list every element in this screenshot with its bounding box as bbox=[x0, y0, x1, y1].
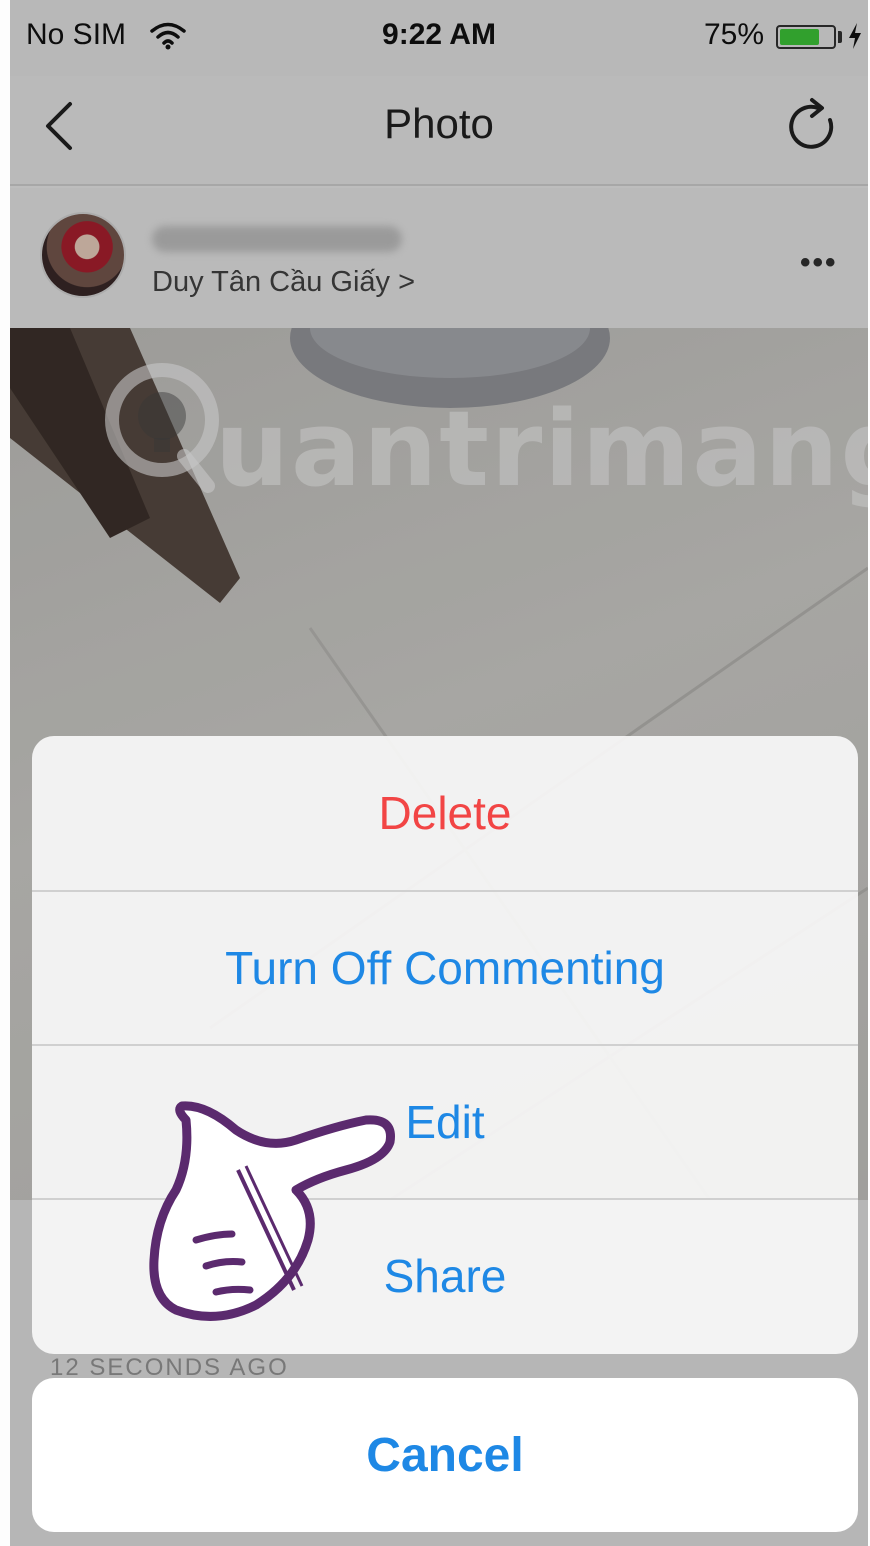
turn-off-commenting-button[interactable]: Turn Off Commenting bbox=[32, 890, 858, 1044]
cancel-button[interactable]: Cancel bbox=[32, 1378, 858, 1532]
hand-pointer-icon bbox=[146, 1100, 406, 1335]
screen: No SIM 9:22 AM 75% Photo Duy Tân Cầu Giấ… bbox=[10, 0, 868, 1546]
delete-button[interactable]: Delete bbox=[32, 736, 858, 890]
